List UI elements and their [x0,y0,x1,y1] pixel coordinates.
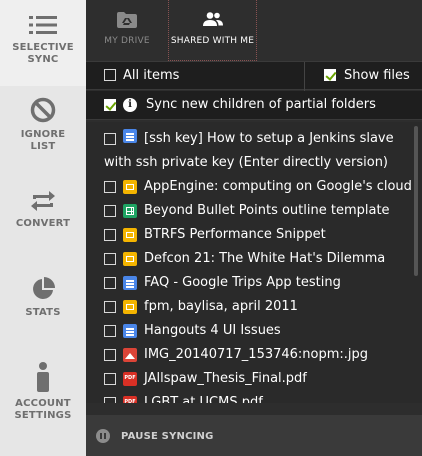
nav-stats[interactable]: STATS [0,277,86,327]
header-row: All items Show files [86,61,422,91]
file-name: Defcon 21: The White Hat's Dilemma [144,251,386,266]
pdf-icon: PDF [123,372,137,386]
all-items-checkbox[interactable] [104,69,116,81]
file-checkbox[interactable] [104,229,116,241]
show-files-checkbox[interactable] [324,69,336,81]
file-name: AppEngine: computing on Google's cloud [144,179,412,194]
file-name: LGBT at UCMS.pdf [144,395,263,403]
main-panel: MY DRIVE SHARED WITH ME All items Show f… [86,0,422,456]
file-checkbox[interactable] [104,349,116,361]
nav-selective-sync-label: SELECTIVE SYNC [12,42,74,65]
file-checkbox[interactable] [104,253,116,265]
sync-new-children-checkbox[interactable] [104,99,116,111]
tab-my-drive-label: MY DRIVE [104,36,150,46]
file-checkbox[interactable] [104,205,116,217]
file-name: IMG_20140717_153746:nopm:.jpg [144,347,369,362]
people-icon [202,12,223,26]
doc-icon [123,324,137,338]
file-checkbox[interactable] [104,397,116,403]
tab-bar: MY DRIVE SHARED WITH ME [86,0,422,61]
file-checkbox[interactable] [104,133,116,145]
slides-icon [123,228,137,242]
block-icon [30,97,56,123]
header-divider [304,62,305,91]
image-icon [123,348,137,362]
file-name-continued: with ssh private key (Enter directly ver… [104,155,389,170]
slides-icon [123,180,137,194]
scrollbar-thumb[interactable] [414,126,418,276]
pause-syncing-button[interactable]: PAUSE SYNCING [121,431,214,442]
sync-new-children-label: Sync new children of partial folders [146,97,376,112]
nav-stats-label: STATS [25,307,61,318]
file-checkbox[interactable] [104,181,116,193]
file-name: BTRFS Performance Snippet [144,227,326,242]
file-name: [ssh key] How to setup a Jenkins slave [144,131,394,146]
file-name: JAllspaw_Thesis_Final.pdf [144,371,307,386]
nav-convert[interactable]: CONVERT [0,190,86,240]
tab-shared-with-me[interactable]: SHARED WITH ME [168,0,257,61]
drive-folder-icon [117,12,137,28]
list-icon [29,16,57,34]
tab-my-drive[interactable]: MY DRIVE [86,0,168,61]
pie-chart-icon [33,277,55,299]
sync-new-children-row: i Sync new children of partial folders [86,91,422,120]
nav-convert-label: CONVERT [15,218,71,229]
file-name: FAQ - Google Trips App testing [144,275,341,290]
pdf-icon: PDF [123,396,137,403]
info-icon[interactable]: i [123,98,137,112]
sidebar: SELECTIVE SYNC IGNORE LIST CONVERT STATS [0,0,86,456]
nav-ignore-list[interactable]: IGNORE LIST [0,97,86,167]
file-list: [ssh key] How to setup a Jenkins slave w… [86,122,422,403]
person-icon [37,362,49,392]
file-checkbox[interactable] [104,277,116,289]
nav-ignore-list-label: IGNORE LIST [20,129,66,152]
file-checkbox[interactable] [104,301,116,313]
slides-icon [123,300,137,314]
all-items-label: All items [123,68,180,83]
nav-account-settings-label: ACCOUNT SETTINGS [14,398,72,421]
file-list-scrollbar[interactable] [413,122,419,403]
doc-icon [123,129,137,143]
file-checkbox[interactable] [104,373,116,385]
sheet-icon [123,204,137,218]
file-checkbox[interactable] [104,325,116,337]
file-name: Hangouts 4 UI Issues [144,323,281,338]
show-files-label: Show files [344,68,410,83]
slides-icon [123,252,137,266]
pause-icon[interactable] [96,429,110,443]
file-name: fpm, baylisa, april 2011 [144,299,298,314]
file-name: Beyond Bullet Points outline template [144,203,390,218]
tab-shared-with-me-label: SHARED WITH ME [170,36,255,46]
nav-selective-sync[interactable]: SELECTIVE SYNC [0,0,86,86]
footer-bar: PAUSE SYNCING [86,415,422,456]
doc-icon [123,276,137,290]
nav-account-settings[interactable]: ACCOUNT SETTINGS [0,362,86,422]
convert-icon [31,191,55,211]
